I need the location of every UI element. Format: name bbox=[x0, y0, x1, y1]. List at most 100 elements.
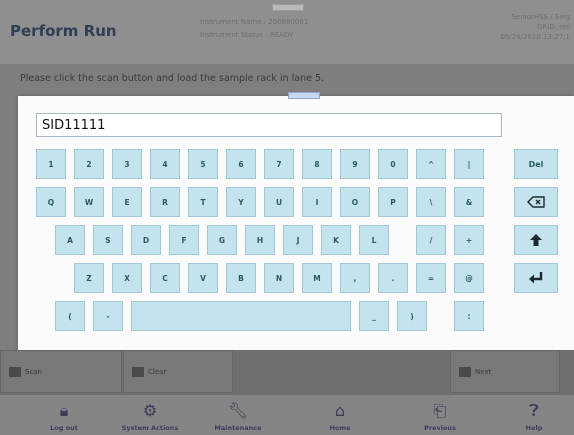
key-comma[interactable]: , bbox=[340, 263, 370, 293]
key-close-paren[interactable]: ) bbox=[397, 301, 427, 331]
key-a[interactable]: A bbox=[55, 225, 85, 255]
enter-key[interactable] bbox=[514, 263, 558, 293]
sample-id-input[interactable] bbox=[36, 113, 502, 137]
key-y[interactable]: Y bbox=[226, 187, 256, 217]
nav-home[interactable]: ⌂ Home bbox=[300, 395, 380, 435]
key-r[interactable]: R bbox=[150, 187, 180, 217]
lock-icon: 🔒︎ bbox=[59, 401, 69, 420]
key-g[interactable]: G bbox=[207, 225, 237, 255]
key-p[interactable]: P bbox=[378, 187, 408, 217]
nav-system-actions[interactable]: ⚙ System Actions bbox=[110, 395, 190, 435]
key-n[interactable]: N bbox=[264, 263, 294, 293]
key-v[interactable]: V bbox=[188, 263, 218, 293]
key-s[interactable]: S bbox=[93, 225, 123, 255]
bottom-nav: 🔒︎ Log out ⚙ System Actions 🔧︎ Maintenan… bbox=[0, 395, 574, 435]
key-7[interactable]: 7 bbox=[264, 149, 294, 179]
key-i[interactable]: I bbox=[302, 187, 332, 217]
key-slash[interactable]: / bbox=[416, 225, 446, 255]
scan-label: Scan bbox=[25, 367, 43, 376]
key-underscore[interactable]: _ bbox=[359, 301, 389, 331]
key-open-paren[interactable]: ( bbox=[55, 301, 85, 331]
user-name: SeniorHSS / Sieg bbox=[511, 13, 570, 21]
key-b[interactable]: B bbox=[226, 263, 256, 293]
key-c[interactable]: C bbox=[150, 263, 180, 293]
onscreen-keyboard: 1 2 3 4 5 6 7 8 9 0 ^ | Del Q W E R T Y … bbox=[18, 92, 574, 350]
nav-help-label: Help bbox=[525, 424, 543, 432]
space-key[interactable] bbox=[131, 301, 351, 331]
scan-icon bbox=[9, 366, 21, 377]
enter-return-icon bbox=[529, 272, 543, 284]
nav-maintenance-label: Maintenance bbox=[214, 424, 262, 432]
date-time: 09/24/2020 13:27:1 bbox=[500, 33, 570, 41]
key-0[interactable]: 0 bbox=[378, 149, 408, 179]
user-grid: GRID: res bbox=[536, 23, 570, 31]
header-bar: Perform Run Instrument Name : 200680001 … bbox=[0, 0, 574, 64]
key-h[interactable]: H bbox=[245, 225, 275, 255]
instrument-status: Instrument Status : READY bbox=[200, 31, 294, 39]
next-label: Next bbox=[475, 367, 492, 376]
clear-icon bbox=[132, 366, 144, 377]
key-backslash[interactable]: \ bbox=[416, 187, 446, 217]
key-e[interactable]: E bbox=[112, 187, 142, 217]
key-colon[interactable]: : bbox=[454, 301, 484, 331]
shift-up-arrow-icon bbox=[530, 234, 542, 246]
nav-previous[interactable]: ⎗ Previous bbox=[400, 395, 480, 435]
key-o[interactable]: O bbox=[340, 187, 370, 217]
page-title: Perform Run bbox=[10, 22, 117, 40]
backspace-key[interactable] bbox=[514, 187, 558, 217]
key-5[interactable]: 5 bbox=[188, 149, 218, 179]
key-at[interactable]: @ bbox=[454, 263, 484, 293]
key-k[interactable]: K bbox=[321, 225, 351, 255]
key-9[interactable]: 9 bbox=[340, 149, 370, 179]
instrument-name: Instrument Name : 200680001 bbox=[200, 18, 309, 26]
key-x[interactable]: X bbox=[112, 263, 142, 293]
key-plus[interactable]: + bbox=[454, 225, 484, 255]
key-3[interactable]: 3 bbox=[112, 149, 142, 179]
key-z[interactable]: Z bbox=[74, 263, 104, 293]
user-info: SeniorHSS / Sieg GRID: res 09/24/2020 13… bbox=[500, 12, 570, 42]
key-period[interactable]: . bbox=[378, 263, 408, 293]
key-m[interactable]: M bbox=[302, 263, 332, 293]
nav-previous-label: Previous bbox=[424, 424, 456, 432]
key-u[interactable]: U bbox=[264, 187, 294, 217]
nav-help[interactable]: ❓︎ Help bbox=[494, 395, 574, 435]
key-f[interactable]: F bbox=[169, 225, 199, 255]
instruction-text: Please click the scan button and load th… bbox=[20, 73, 325, 84]
drag-handle[interactable] bbox=[272, 4, 304, 11]
next-icon bbox=[459, 366, 471, 377]
key-w[interactable]: W bbox=[74, 187, 104, 217]
clear-button[interactable]: Clear bbox=[123, 350, 233, 393]
key-8[interactable]: 8 bbox=[302, 149, 332, 179]
previous-icon: ⎗ bbox=[433, 401, 447, 420]
key-t[interactable]: T bbox=[188, 187, 218, 217]
key-q[interactable]: Q bbox=[36, 187, 66, 217]
backspace-icon bbox=[527, 196, 545, 208]
gear-icon: ⚙ bbox=[142, 401, 158, 420]
nav-system-actions-label: System Actions bbox=[121, 424, 179, 432]
nav-home-label: Home bbox=[329, 424, 351, 432]
key-caret[interactable]: ^ bbox=[416, 149, 446, 179]
scan-button[interactable]: Scan bbox=[0, 350, 122, 393]
delete-key[interactable]: Del bbox=[514, 149, 558, 179]
key-6[interactable]: 6 bbox=[226, 149, 256, 179]
key-l[interactable]: L bbox=[359, 225, 389, 255]
key-d[interactable]: D bbox=[131, 225, 161, 255]
key-1[interactable]: 1 bbox=[36, 149, 66, 179]
key-minus[interactable]: - bbox=[93, 301, 123, 331]
keyboard-drag-handle[interactable] bbox=[288, 92, 320, 99]
next-button[interactable]: Next bbox=[450, 350, 560, 393]
instrument-info: Instrument Name : 200680001 Instrument S… bbox=[200, 16, 308, 42]
key-j[interactable]: J bbox=[283, 225, 313, 255]
clear-label: Clear bbox=[148, 367, 167, 376]
key-4[interactable]: 4 bbox=[150, 149, 180, 179]
nav-logout[interactable]: 🔒︎ Log out bbox=[24, 395, 104, 435]
home-icon: ⌂ bbox=[334, 401, 346, 420]
key-ampersand[interactable]: & bbox=[454, 187, 484, 217]
shift-key[interactable] bbox=[514, 225, 558, 255]
nav-logout-label: Log out bbox=[50, 424, 78, 432]
key-equals[interactable]: = bbox=[416, 263, 446, 293]
key-pipe[interactable]: | bbox=[454, 149, 484, 179]
nav-maintenance[interactable]: 🔧︎ Maintenance bbox=[198, 395, 278, 435]
key-2[interactable]: 2 bbox=[74, 149, 104, 179]
help-icon: ❓︎ bbox=[529, 401, 539, 420]
